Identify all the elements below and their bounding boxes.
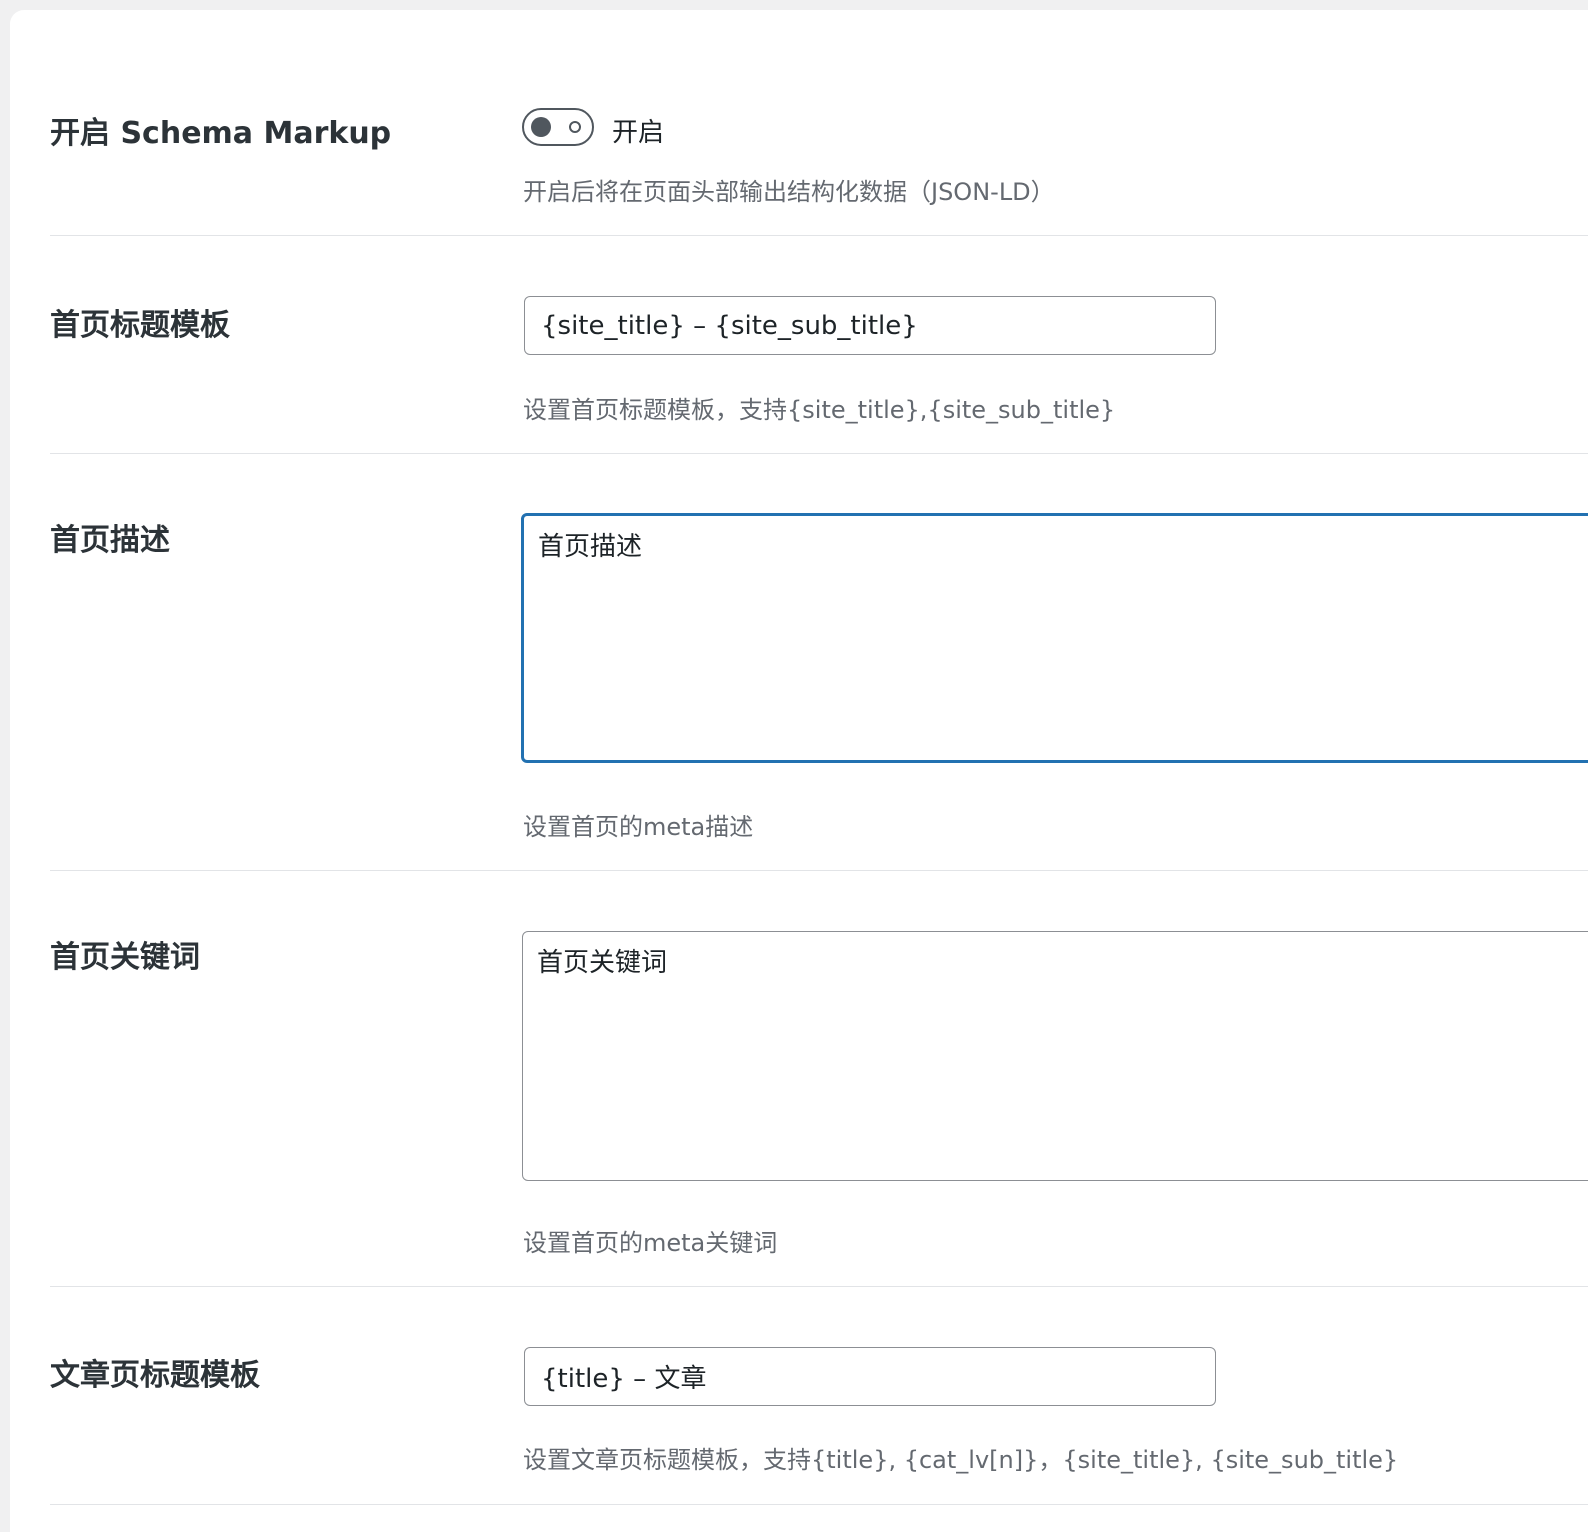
divider <box>50 235 1588 236</box>
home-keywords-label: 首页关键词 <box>50 940 200 975</box>
home-title-input[interactable] <box>524 296 1216 355</box>
home-keywords-hint: 设置首页的meta关键词 <box>523 1229 778 1257</box>
settings-panel: 开启 Schema Markup 开启 开启后将在页面头部输出结构化数据（JSO… <box>10 10 1588 1532</box>
home-description-label: 首页描述 <box>50 523 170 558</box>
toggle-off-indicator <box>569 121 581 133</box>
schema-markup-toggle-label[interactable]: 开启 <box>612 112 664 149</box>
post-title-input[interactable] <box>524 1347 1216 1406</box>
schema-markup-label: 开启 Schema Markup <box>50 116 392 151</box>
post-title-label: 文章页标题模板 <box>50 1358 260 1393</box>
post-title-description: 设置文章页标题模板，支持{title}, {cat_lv[n]}，{site_t… <box>523 1446 1399 1474</box>
divider <box>50 870 1588 871</box>
schema-markup-toggle[interactable] <box>522 108 594 146</box>
divider <box>50 1504 1588 1505</box>
schema-markup-description: 开启后将在页面头部输出结构化数据（JSON-LD） <box>523 178 1055 206</box>
toggle-knob <box>531 117 551 137</box>
divider <box>50 453 1588 454</box>
home-description-hint: 设置首页的meta描述 <box>523 813 754 841</box>
home-title-description: 设置首页标题模板，支持{site_title},{site_sub_title} <box>523 396 1116 424</box>
divider <box>50 1286 1588 1287</box>
home-keywords-textarea[interactable]: 首页关键词 <box>522 931 1588 1181</box>
home-title-label: 首页标题模板 <box>50 308 230 343</box>
home-description-textarea[interactable]: 首页描述 <box>521 513 1588 763</box>
